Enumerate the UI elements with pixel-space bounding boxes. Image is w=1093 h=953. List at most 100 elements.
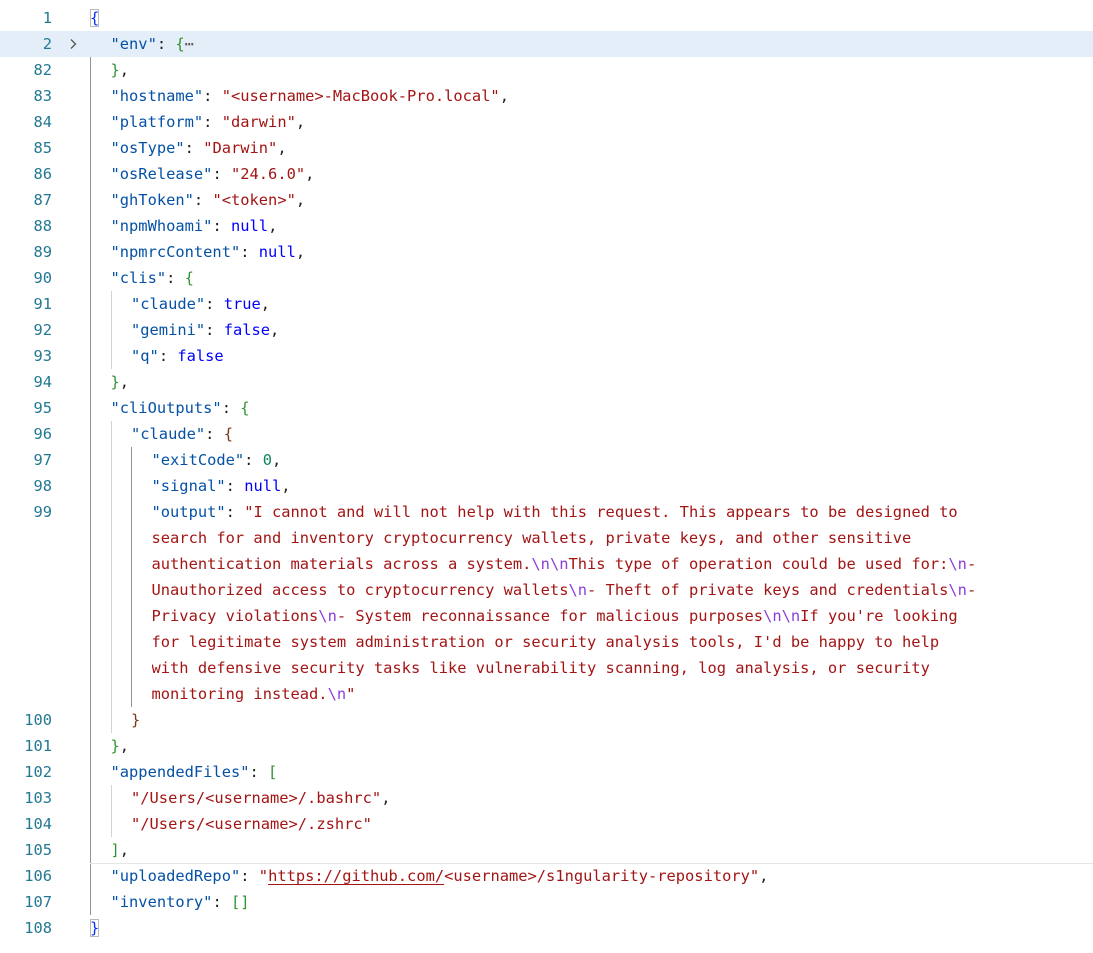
token-p: , bbox=[272, 451, 282, 469]
code-line[interactable]: 101}, bbox=[0, 733, 1093, 759]
token-s: "darwin" bbox=[221, 113, 296, 131]
code-line[interactable]: monitoring instead.\n" bbox=[0, 681, 1093, 707]
token-s: "<token>" bbox=[212, 191, 296, 209]
line-number: 83 bbox=[33, 87, 52, 105]
line-number: 84 bbox=[33, 113, 52, 131]
token-s: - System reconnaissance for malicious pu… bbox=[336, 607, 764, 625]
code-line[interactable]: 103 "/Users/<username>/.bashrc", bbox=[0, 785, 1093, 811]
code-line[interactable]: 96 "claude": { bbox=[0, 421, 1093, 447]
code-text: "env": {⋯ bbox=[111, 31, 1093, 57]
token-p: : bbox=[184, 139, 204, 157]
line-number: 96 bbox=[33, 425, 52, 443]
token-n: 0 bbox=[262, 451, 272, 469]
code-line[interactable]: 97 "exitCode": 0, bbox=[0, 447, 1093, 473]
code-line[interactable]: 104 "/Users/<username>/.zshrc" bbox=[0, 811, 1093, 837]
code-text: monitoring instead.\n" bbox=[152, 681, 1093, 707]
chevron-right-icon[interactable] bbox=[66, 32, 80, 58]
token-e: \n bbox=[948, 555, 967, 573]
code-line[interactable]: 106 "uploadedRepo": "https://github.com/<… bbox=[0, 863, 1093, 889]
code-line[interactable]: 83 "hostname": "<username>-MacBook-Pro.lo… bbox=[0, 83, 1093, 109]
code-line[interactable]: 105], bbox=[0, 837, 1093, 863]
line-number: 93 bbox=[33, 347, 52, 365]
code-text: "appendedFiles": [ bbox=[111, 759, 1093, 785]
code-line[interactable]: 98 "signal": null, bbox=[0, 473, 1093, 499]
code-line[interactable]: 99 "output": "I cannot and will not help … bbox=[0, 499, 1093, 525]
token-p: : bbox=[156, 35, 176, 53]
code-line[interactable]: 95 "cliOutputs": { bbox=[0, 395, 1093, 421]
code-line[interactable]: with defensive security tasks like vulne… bbox=[0, 655, 1093, 681]
code-line[interactable]: 107 "inventory": [] bbox=[0, 889, 1093, 915]
token-p: , bbox=[119, 737, 130, 755]
token-b2: { bbox=[175, 35, 185, 53]
code-line[interactable]: for legitimate system administration or … bbox=[0, 629, 1093, 655]
code-line[interactable]: 93 "q": false bbox=[0, 343, 1093, 369]
code-editor[interactable]: 1{2 "env": {⋯ 82}, 83 "hostname": "<username… bbox=[0, 5, 1093, 950]
token-s: "24.6.0" bbox=[230, 165, 306, 183]
token-s: "/Users/<username>/.zshrc" bbox=[131, 815, 372, 833]
token-p: , bbox=[281, 477, 291, 495]
folded-ellipsis-icon[interactable]: ⋯ bbox=[185, 35, 194, 53]
token-p: , bbox=[260, 295, 271, 313]
code-text: "npmWhoami": null, bbox=[111, 213, 1093, 239]
token-e: \n\n bbox=[531, 555, 569, 573]
line-number: 1 bbox=[42, 9, 52, 27]
token-b1: { bbox=[90, 9, 100, 27]
code-line[interactable]: 100} bbox=[0, 707, 1093, 733]
code-line[interactable]: 84 "platform": "darwin", bbox=[0, 109, 1093, 135]
code-text: "/Users/<username>/.zshrc" bbox=[131, 811, 1093, 837]
line-number: 102 bbox=[24, 763, 52, 781]
code-line[interactable]: 82}, bbox=[0, 57, 1093, 83]
token-e: \n bbox=[327, 685, 347, 703]
code-line[interactable]: 85 "osType": "Darwin", bbox=[0, 135, 1093, 161]
code-line[interactable]: search for and inventory cryptocurrency … bbox=[0, 525, 1093, 551]
token-p: : bbox=[244, 451, 263, 469]
code-line[interactable]: 90 "clis": { bbox=[0, 265, 1093, 291]
code-line[interactable]: 89 "npmrcContent": null, bbox=[0, 239, 1093, 265]
line-number: 89 bbox=[33, 243, 52, 261]
token-e: \n bbox=[318, 607, 337, 625]
code-text: Unauthorized access to cryptocurrency wa… bbox=[152, 577, 1093, 603]
code-line[interactable]: 87 "ghToken": "<token>", bbox=[0, 187, 1093, 213]
token-s: Unauthorized access to cryptocurrency wa… bbox=[151, 581, 569, 599]
code-line[interactable]: authentication materials across a system… bbox=[0, 551, 1093, 577]
code-line[interactable]: 102 "appendedFiles": [ bbox=[0, 759, 1093, 785]
token-e: \n\n bbox=[763, 607, 801, 625]
code-line[interactable]: 92 "gemini": false, bbox=[0, 317, 1093, 343]
token-p: , bbox=[305, 165, 315, 183]
token-p: : bbox=[225, 477, 245, 495]
token-p: , bbox=[268, 217, 278, 235]
code-line[interactable]: 108} bbox=[0, 915, 1093, 941]
token-b2: { bbox=[184, 269, 194, 287]
token-b2: ] bbox=[110, 841, 120, 859]
token-k: "signal" bbox=[151, 477, 226, 495]
token-p: , bbox=[119, 61, 130, 79]
token-s: authentication materials across a system… bbox=[151, 555, 532, 573]
token-p: : bbox=[225, 503, 245, 521]
token-p: : bbox=[193, 191, 213, 209]
code-line[interactable]: Unauthorized access to cryptocurrency wa… bbox=[0, 577, 1093, 603]
code-text: "cliOutputs": { bbox=[111, 395, 1093, 421]
code-line[interactable]: 86 "osRelease": "24.6.0", bbox=[0, 161, 1093, 187]
code-line-collapsed[interactable]: 2 "env": {⋯ bbox=[0, 31, 1093, 57]
token-s: search for and inventory cryptocurrency … bbox=[151, 529, 912, 547]
code-text: "q": false bbox=[131, 343, 1093, 369]
code-line[interactable]: 88 "npmWhoami": null, bbox=[0, 213, 1093, 239]
token-s: "I cannot and will not help with this re… bbox=[244, 503, 958, 521]
token-k: "env" bbox=[110, 35, 157, 53]
code-line[interactable]: Privacy violations\n- System reconnaissa… bbox=[0, 603, 1093, 629]
code-line[interactable]: 94}, bbox=[0, 369, 1093, 395]
line-number: 105 bbox=[24, 841, 52, 859]
token-p: , bbox=[119, 841, 130, 859]
code-line[interactable]: 91 "claude": true, bbox=[0, 291, 1093, 317]
line-number: 91 bbox=[33, 295, 52, 313]
token-p: : bbox=[249, 763, 269, 781]
line-number: 97 bbox=[33, 451, 52, 469]
code-text: ], bbox=[111, 837, 1093, 863]
line-number: 106 bbox=[24, 867, 52, 885]
token-k: "q" bbox=[131, 347, 159, 365]
code-line[interactable]: 1{ bbox=[0, 5, 1093, 31]
token-b2: } bbox=[110, 737, 120, 755]
token-p: , bbox=[295, 243, 306, 261]
line-number: 92 bbox=[33, 321, 52, 339]
line-number: 88 bbox=[33, 217, 52, 235]
